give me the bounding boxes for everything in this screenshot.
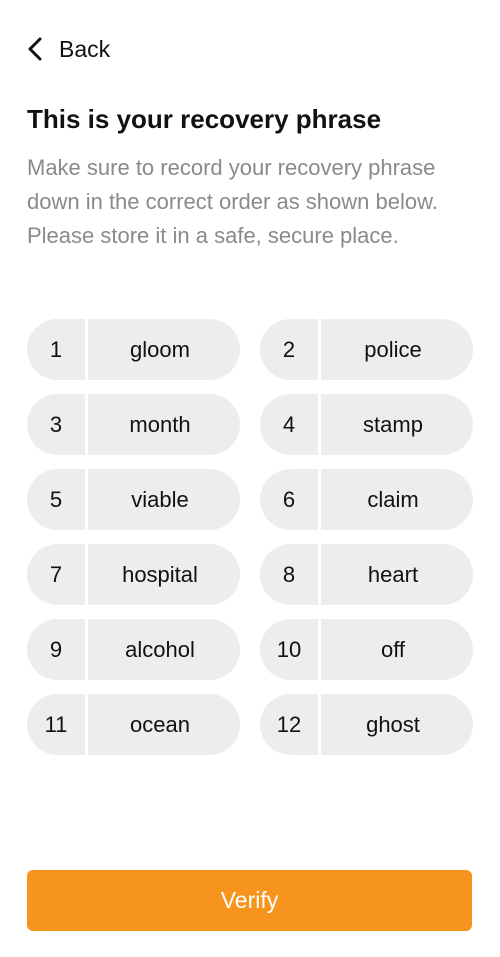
recovery-phrase-screen: Back This is your recovery phrase Make s… [0,0,500,957]
phrase-word-text: gloom [130,336,190,362]
phrase-word-1: 1 gloom [27,319,240,380]
phrase-word-9: 9 alcohol [27,619,240,680]
back-label: Back [59,35,111,62]
phrase-word-text: viable [131,486,189,512]
phrase-word-number: 4 [260,394,321,455]
phrase-word-11: 11 ocean [27,694,240,755]
phrase-word-text: off [380,636,406,662]
phrase-word-number: 6 [260,469,321,530]
phrase-word-number: 7 [27,544,88,605]
phrase-word-8: 8 heart [260,544,473,605]
phrase-word-number: 9 [27,619,88,680]
phrase-word-7: 7 hospital [27,544,240,605]
recovery-phrase-grid: 1 gloom 2 police 3 month 4 stamp 5 viabl… [27,319,473,755]
verify-button[interactable]: Verify [27,870,472,931]
phrase-word-number: 2 [260,319,321,380]
phrase-word-text: claim [367,486,419,512]
phrase-word-3: 3 month [27,394,240,455]
phrase-word-text: police [364,336,422,362]
chevron-left-icon [27,36,49,62]
phrase-word-12: 12 ghost [260,694,473,755]
phrase-word-2: 2 police [260,319,473,380]
phrase-word-text: stamp [363,411,423,437]
phrase-word-text: hospital [122,561,198,587]
phrase-word-text: heart [367,561,419,587]
phrase-word-text: alcohol [125,636,195,662]
phrase-word-5: 5 viable [27,469,240,530]
phrase-word-number: 3 [27,394,88,455]
phrase-word-4: 4 stamp [260,394,473,455]
back-button[interactable]: Back [27,30,110,68]
phrase-word-number: 8 [260,544,321,605]
phrase-word-number: 5 [27,469,88,530]
phrase-word-number: 12 [260,694,321,755]
phrase-word-6: 6 claim [260,469,473,530]
page-title: This is your recovery phrase [27,104,382,134]
phrase-word-text: ocean [130,711,190,737]
phrase-word-number: 11 [27,694,88,755]
phrase-word-number: 1 [27,319,88,380]
phrase-word-number: 10 [260,619,321,680]
page-subtitle: Make sure to record your recovery phrase… [27,155,438,248]
phrase-word-text: ghost [366,711,420,737]
phrase-word-text: month [129,411,191,437]
phrase-word-10: 10 off [260,619,473,680]
